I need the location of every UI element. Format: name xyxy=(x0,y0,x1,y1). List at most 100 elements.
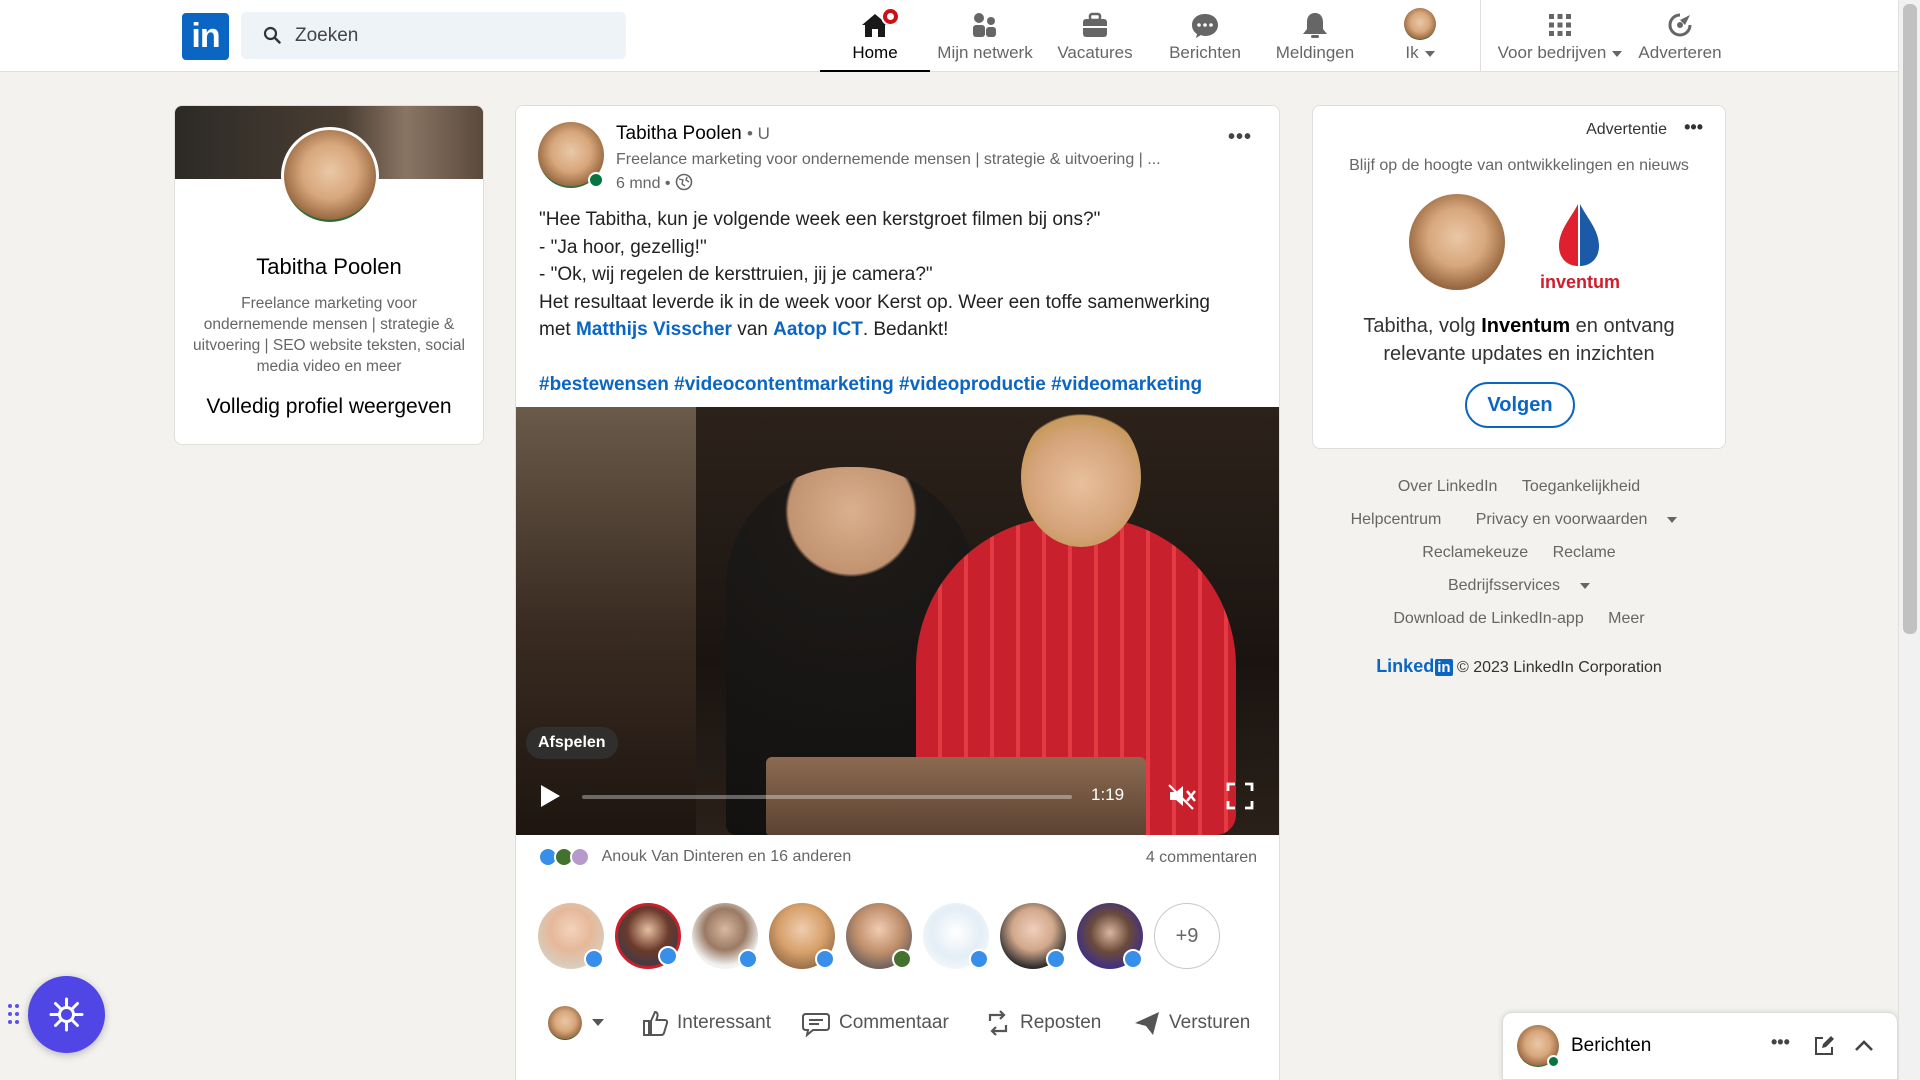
post-line: - "Ja hoor, gezellig!" xyxy=(539,236,707,258)
search-bar[interactable] xyxy=(241,12,626,59)
post-line: - "Ok, wij regelen de kersttruien, jij j… xyxy=(539,264,933,285)
search-input[interactable] xyxy=(295,12,615,59)
view-full-profile-link[interactable]: Volledig profiel weergeven xyxy=(175,395,483,419)
liker-avatar[interactable] xyxy=(692,903,758,969)
copyright-text: © 2023 LinkedIn Corporation xyxy=(1457,659,1662,676)
reaction-identity-avatar[interactable] xyxy=(548,1006,582,1040)
liker-avatar[interactable] xyxy=(615,903,681,969)
bell-icon xyxy=(1303,13,1327,38)
footer-link[interactable]: Reclame xyxy=(1553,544,1616,561)
profile-card: Tabitha Poolen Freelance marketing voor … xyxy=(174,105,484,445)
video-player[interactable]: Afspelen 1:19 xyxy=(516,407,1279,835)
mention-link[interactable]: Aatop ICT xyxy=(773,319,863,340)
reactions-summary[interactable]: Anouk Van Dinteren en 16 anderen xyxy=(538,847,851,867)
comment-icon xyxy=(802,1013,830,1038)
footer-link[interactable]: Helpcentrum xyxy=(1351,511,1442,528)
footer-row: Download de LinkedIn-app Meer xyxy=(1312,608,1726,641)
send-button[interactable]: Versturen xyxy=(1133,1009,1250,1037)
post-line: met Matthijs Visscher van Aatop ICT. Bed… xyxy=(539,319,949,340)
messaging-title[interactable]: Berichten xyxy=(1571,1035,1651,1057)
post-author-degree: • U xyxy=(747,124,770,143)
nav-my-network-label: Mijn netwerk xyxy=(937,43,1033,62)
footer-link[interactable]: Download de LinkedIn-app xyxy=(1393,610,1583,627)
footer-link[interactable]: Bedrijfsservices xyxy=(1438,577,1600,594)
more-likers-button[interactable]: +9 xyxy=(1154,903,1220,969)
network-icon xyxy=(973,13,996,37)
messaging-dock[interactable]: Berichten ••• xyxy=(1502,1012,1898,1080)
nav-jobs-label: Vacatures xyxy=(1057,43,1133,62)
footer-link[interactable]: Over LinkedIn xyxy=(1398,478,1498,495)
like-badge-icon xyxy=(815,949,835,969)
reactions-text: Anouk Van Dinteren en 16 anderen xyxy=(601,848,852,866)
scrollbar-thumb[interactable] xyxy=(1903,4,1917,634)
post-author-name[interactable]: Tabitha Poolen xyxy=(616,123,742,144)
grid-icon xyxy=(1549,14,1571,36)
profile-name[interactable]: Tabitha Poolen xyxy=(175,254,483,280)
reaction-icons xyxy=(538,847,594,867)
footer-link[interactable]: Toegankelijkheid xyxy=(1522,478,1640,495)
nav-advertise[interactable]: Adverteren xyxy=(1630,0,1730,72)
nav-me[interactable]: Ik xyxy=(1370,0,1470,72)
like-badge-icon xyxy=(1123,949,1143,969)
footer-link[interactable]: Meer xyxy=(1608,610,1644,627)
globe-icon xyxy=(675,173,693,191)
follow-button[interactable]: Volgen xyxy=(1465,382,1575,428)
compose-icon[interactable] xyxy=(1813,1035,1835,1057)
liker-avatar[interactable] xyxy=(923,903,989,969)
nav-divider xyxy=(1480,0,1481,72)
liker-avatar[interactable] xyxy=(769,903,835,969)
repost-button[interactable]: Reposten xyxy=(984,1009,1101,1037)
liker-avatar[interactable] xyxy=(538,903,604,969)
inventum-logo[interactable] xyxy=(1551,202,1607,272)
post-timestamp: 6 mnd • xyxy=(616,175,671,192)
footer-link[interactable]: Reclamekeuze xyxy=(1422,544,1528,561)
ad-label[interactable]: Advertentie xyxy=(1586,121,1667,139)
liker-avatar[interactable] xyxy=(846,903,912,969)
like-button[interactable]: Interessant xyxy=(641,1009,771,1037)
mute-icon[interactable] xyxy=(1166,781,1198,811)
footer-link[interactable]: Privacy en voorwaarden xyxy=(1466,511,1688,528)
chevron-up-icon[interactable] xyxy=(1853,1035,1875,1057)
nav-my-network[interactable]: Mijn netwerk xyxy=(930,0,1040,72)
footer-row: Reclamekeuze Reclame xyxy=(1312,542,1726,575)
like-badge-icon xyxy=(969,949,989,969)
fullscreen-icon[interactable] xyxy=(1226,782,1254,810)
messaging-more-options[interactable]: ••• xyxy=(1771,1032,1790,1053)
linkedin-logo[interactable]: in xyxy=(182,13,229,60)
nav-for-business[interactable]: Voor bedrijven xyxy=(1490,0,1630,72)
chevron-down-icon[interactable] xyxy=(592,1019,604,1026)
nav-notifications[interactable]: Meldingen xyxy=(1260,0,1370,72)
assistant-button[interactable] xyxy=(28,976,105,1053)
profile-avatar[interactable] xyxy=(281,127,379,225)
video-progress-bar[interactable] xyxy=(582,795,1072,799)
briefcase-icon xyxy=(1083,12,1107,37)
nav-jobs[interactable]: Vacatures xyxy=(1040,0,1150,72)
online-status-indicator xyxy=(1547,1055,1560,1068)
thumbs-up-icon xyxy=(643,1010,669,1036)
top-navigation: in Home Mijn netwerk Vacatures xyxy=(0,0,1898,72)
mention-link[interactable]: Matthijs Visscher xyxy=(576,319,732,340)
liker-avatar[interactable] xyxy=(1000,903,1066,969)
video-duration: 1:19 xyxy=(1091,785,1125,804)
comment-button[interactable]: Commentaar xyxy=(801,1009,949,1038)
nav-advertise-label: Adverteren xyxy=(1638,43,1722,62)
profile-description: Freelance marketing voor ondernemende me… xyxy=(193,295,465,375)
play-icon[interactable] xyxy=(538,783,562,809)
page-scrollbar[interactable] xyxy=(1898,0,1920,1080)
messaging-icon xyxy=(1192,14,1218,38)
video-play-label[interactable]: Afspelen xyxy=(526,727,618,759)
post-more-options[interactable]: ••• xyxy=(1228,126,1252,149)
support-reaction-icon xyxy=(570,847,590,867)
linkedin-wordmark: Linked in xyxy=(1376,656,1453,676)
liker-avatar[interactable] xyxy=(1077,903,1143,969)
post-hashtags[interactable]: #bestewensen #videocontentmarketing #vid… xyxy=(539,371,1259,399)
chevron-down-icon xyxy=(1424,50,1435,57)
chevron-down-icon xyxy=(1580,582,1591,589)
post-author[interactable]: Tabitha Poolen • U xyxy=(616,123,770,145)
comments-count[interactable]: 4 commentaren xyxy=(1146,849,1257,867)
footer-links: Over LinkedIn Toegankelijkheid Helpcentr… xyxy=(1312,476,1726,641)
drag-handle-icon[interactable] xyxy=(7,1003,21,1025)
nav-home[interactable]: Home xyxy=(820,0,930,72)
ad-more-options[interactable]: ••• xyxy=(1684,117,1703,138)
nav-messaging[interactable]: Berichten xyxy=(1150,0,1260,72)
